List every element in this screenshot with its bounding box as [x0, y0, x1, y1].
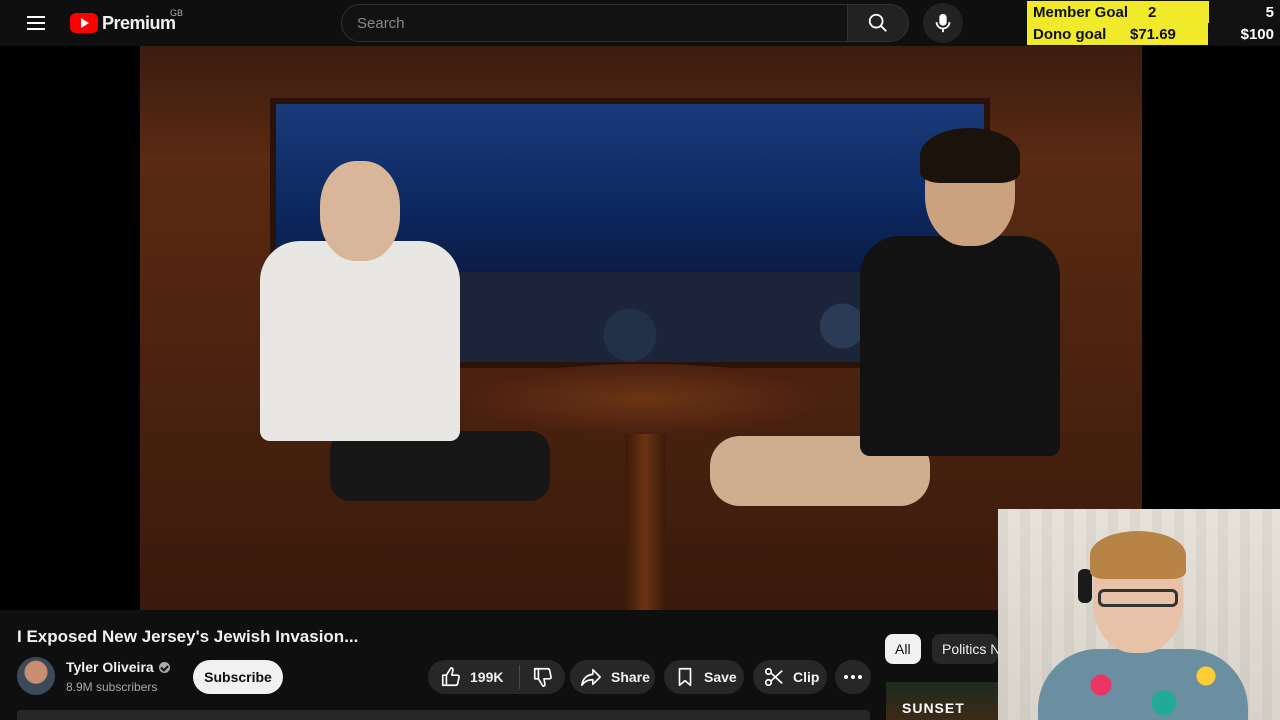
- scissors-icon: [764, 667, 783, 687]
- channel-avatar[interactable]: [17, 657, 55, 695]
- save-button[interactable]: Save: [664, 660, 744, 694]
- search-icon: [868, 13, 887, 32]
- member-goal-row: Member Goal 2 5: [1027, 1, 1280, 23]
- subscriber-count: 8.9M subscribers: [66, 680, 158, 694]
- save-label: Save: [704, 669, 737, 685]
- table-leg: [625, 426, 665, 610]
- webcam-shirt: [1038, 649, 1248, 720]
- person-left-head: [320, 161, 400, 261]
- description-panel-edge: [17, 710, 870, 720]
- verified-check-icon: [158, 661, 170, 673]
- share-button[interactable]: Share: [570, 660, 655, 694]
- dono-goal-row: Dono goal $71.69 $100: [1027, 23, 1280, 45]
- more-horizontal-icon: [844, 675, 862, 679]
- person-left-body: [260, 241, 460, 441]
- thumbnail-text: SUNSET: [902, 700, 965, 716]
- country-code: GB: [170, 8, 184, 18]
- menu-button[interactable]: [22, 9, 50, 37]
- share-arrow-icon: [581, 668, 601, 687]
- youtube-logo-icon: [70, 13, 98, 33]
- channel-name[interactable]: Tyler Oliveira: [66, 659, 154, 675]
- round-table: [460, 364, 830, 434]
- logo-text: Premium: [102, 12, 176, 33]
- voice-search-button[interactable]: [923, 3, 963, 43]
- person-left: [260, 161, 550, 601]
- dono-goal-label: Dono goal: [1033, 26, 1107, 43]
- video-frame: [140, 46, 1142, 610]
- share-label: Share: [611, 669, 650, 685]
- like-button[interactable]: 199K: [428, 660, 519, 694]
- member-goal-current: 2: [1148, 4, 1157, 21]
- clip-label: Clip: [793, 669, 820, 685]
- thumbs-up-icon: [441, 667, 460, 687]
- like-count: 199K: [470, 669, 504, 685]
- member-goal-label: Member Goal: [1033, 4, 1129, 21]
- clip-button[interactable]: Clip: [753, 660, 827, 694]
- search-button[interactable]: [847, 4, 909, 42]
- channel-name-row[interactable]: Tyler Oliveira: [66, 659, 170, 675]
- glasses-icon: [1098, 589, 1178, 607]
- person-right-body: [860, 236, 1060, 456]
- youtube-premium-logo[interactable]: Premium: [70, 10, 176, 36]
- person-right-hair: [920, 128, 1020, 183]
- dono-goal-target: $100: [1240, 26, 1274, 43]
- chip-politics[interactable]: Politics N: [932, 634, 998, 664]
- dono-goal-current: $71.69: [1130, 26, 1176, 43]
- menu-icon-bar: [27, 28, 45, 30]
- search-input[interactable]: [341, 4, 848, 42]
- more-actions-button[interactable]: [835, 660, 871, 694]
- menu-icon-bar: [27, 22, 45, 24]
- streamer-webcam: [998, 509, 1280, 720]
- recommended-video-thumbnail[interactable]: SUNSET: [886, 682, 998, 720]
- mic-icon: [935, 13, 951, 33]
- person-left-legs: [330, 431, 550, 501]
- member-goal-target: 5: [1265, 4, 1274, 21]
- dislike-button[interactable]: [520, 660, 565, 694]
- video-title: I Exposed New Jersey's Jewish Invasion..…: [17, 627, 359, 646]
- subscribe-button[interactable]: Subscribe: [193, 660, 283, 694]
- bookmark-icon: [678, 667, 692, 687]
- menu-icon-bar: [27, 16, 45, 18]
- stream-goals-overlay: Member Goal 2 5 Dono goal $71.69 $100: [1027, 0, 1280, 45]
- like-dislike-group: 199K: [428, 660, 565, 694]
- thumbs-down-icon: [533, 667, 552, 687]
- chip-all[interactable]: All: [885, 634, 921, 664]
- webcam-hair: [1090, 531, 1186, 579]
